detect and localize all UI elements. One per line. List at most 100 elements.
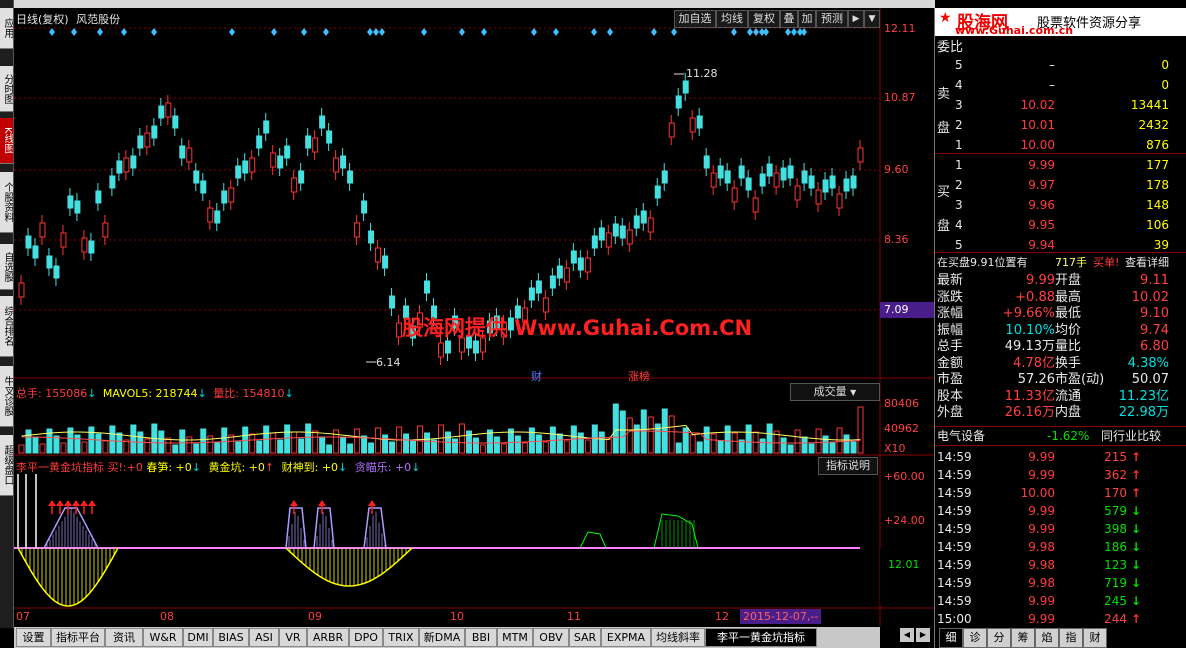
toolbar-btn-timeshare[interactable]: 分时图 (0, 66, 13, 112)
volume-bar (766, 423, 773, 454)
toolbar-btn-profile[interactable]: 个股资料 (0, 172, 13, 233)
price-axis-label: 12.11 (884, 22, 916, 35)
candle-body (535, 280, 542, 294)
indicator-tab[interactable]: DMI (183, 628, 213, 647)
indicator-tab[interactable]: EXPMA (601, 628, 651, 647)
indicator-tab[interactable]: BIAS (213, 628, 249, 647)
event-label-limitup[interactable]: 涨榜 (628, 368, 650, 384)
volume-bar (319, 437, 326, 454)
tick-row: 14:59 9.99 362 ↑ (935, 466, 1186, 484)
candle-body (591, 235, 598, 249)
sector-compare-button[interactable]: 同行业比较 (1101, 427, 1161, 446)
arrow-down-icon: ↓ (284, 387, 294, 400)
toolbar-btn-diagnose[interactable]: 牛叉诊股 (0, 366, 13, 427)
indicator-tab-bar: 设置 指标平台 资讯 W&R DMI BIAS ASI VR ARBR DPO TRIX 新DMA BB… (14, 627, 880, 648)
sell-level-row[interactable]: 4 – 0 (935, 76, 1186, 95)
buy-level-row[interactable]: 1 9.99 177 (935, 156, 1186, 175)
candle-body (235, 165, 242, 179)
event-label-finance[interactable]: 财 (531, 368, 542, 384)
indicator-tab[interactable]: 资讯 (105, 628, 143, 647)
tick-time: 14:59 (937, 558, 972, 572)
indicator-help-button[interactable]: 指标说明 (818, 457, 878, 475)
volume-bar (472, 437, 479, 454)
sell-level-row[interactable]: 5 – 0 (935, 56, 1186, 75)
sector-name[interactable]: 电气设备 (937, 427, 985, 446)
quote-tab[interactable]: 分 (987, 628, 1011, 648)
arrow-down-icon: ↓ (411, 461, 421, 474)
add-button[interactable]: 加 (798, 10, 816, 28)
quote-value: 10.02 (1131, 289, 1169, 305)
scroll-right-icon[interactable]: ▶ (916, 628, 930, 642)
indicator-tab[interactable]: BBI (465, 628, 497, 647)
candle-body (563, 267, 570, 283)
volume-bar (291, 431, 298, 454)
volume-bar (298, 438, 305, 454)
quote-value: 9.74 (1140, 322, 1169, 338)
volume-bar (514, 435, 521, 454)
volume-bar (403, 433, 410, 454)
quote-tab[interactable]: 筹 (1011, 628, 1035, 648)
candle-body (836, 193, 843, 209)
indicator-tab[interactable]: MTM (497, 628, 533, 647)
candle-body (598, 227, 605, 241)
arrow-down-icon: ↓ (87, 387, 97, 400)
toolbar-btn-app[interactable]: 应用 (0, 8, 13, 49)
buy-level-row[interactable]: 2 9.97 178 (935, 176, 1186, 195)
indicator-tab[interactable]: SAR (569, 628, 601, 647)
indicator-tab[interactable]: VR (279, 628, 307, 647)
volume-bar (361, 435, 368, 454)
ma-button[interactable]: 均线 (716, 10, 748, 28)
indicator-tab[interactable]: ASI (249, 628, 279, 647)
indicator-tab[interactable]: 指标平台 (51, 628, 105, 647)
indicator-tab[interactable]: W&R (143, 628, 183, 647)
buy-level-row[interactable]: 3 9.96 148 (935, 196, 1186, 215)
sell-level-row[interactable]: 2 10.01 2432 (935, 116, 1186, 135)
indicator-tab[interactable]: 设置 (16, 628, 51, 647)
indicator-tab[interactable]: ARBR (307, 628, 349, 647)
indicator-tab[interactable]: 新DMA (419, 628, 465, 647)
buy-level-row[interactable]: 4 9.95 106 (935, 216, 1186, 235)
overlay-button[interactable]: 叠 (780, 10, 798, 28)
volume-bar (836, 427, 843, 454)
candle-body (801, 170, 808, 184)
indicator-tab[interactable]: TRIX (383, 628, 419, 647)
toolbar-btn-superpanel[interactable]: 超级盘口 (0, 435, 13, 496)
volume-bar (340, 436, 347, 454)
tick-time: 14:59 (937, 468, 972, 482)
level-volume: 148 (1146, 198, 1169, 212)
volume-bar (724, 425, 731, 454)
quote-tab[interactable]: 指 (1059, 628, 1083, 648)
adjust-button[interactable]: 复权 (748, 10, 780, 28)
volume-bar (808, 443, 815, 454)
sell-level-row[interactable]: 3 10.02 13441 (935, 96, 1186, 115)
candle-body (130, 155, 137, 169)
volume-bar (731, 432, 738, 454)
volume-bar (81, 441, 88, 454)
quote-tab[interactable]: 细 (939, 628, 963, 648)
candle-body (277, 155, 284, 169)
quote-value: 6.80 (1140, 339, 1169, 354)
quote-tab[interactable]: 财 (1083, 628, 1107, 648)
quote-tab[interactable]: 焰 (1035, 628, 1059, 648)
order-detail-link[interactable]: 查看详细 (1125, 253, 1169, 272)
quote-value: 9.99 (1026, 273, 1055, 288)
indicator-tab[interactable]: DPO (349, 628, 383, 647)
indicator-tab[interactable]: 李平一黄金坑指标 (705, 628, 817, 647)
chevron-down-icon[interactable]: ▼ (864, 10, 880, 28)
add-watchlist-button[interactable]: 加自选 (674, 10, 716, 28)
toolbar-btn-kline[interactable]: K线图 (0, 118, 13, 164)
scroll-left-icon[interactable]: ◀ (900, 628, 914, 642)
forecast-button[interactable]: 预测 (816, 10, 848, 28)
toolbar-btn-ranking[interactable]: 综合排名 (0, 296, 13, 357)
volume-bar (577, 432, 584, 454)
play-icon[interactable]: ▶ (848, 10, 864, 28)
volume-indicator-select[interactable]: 成交量 ▼ (790, 383, 880, 401)
toolbar-btn-watchlist[interactable]: 自选股 (0, 244, 13, 290)
indicator-tab[interactable]: OBV (533, 628, 569, 647)
quote-tab[interactable]: 诊 (963, 628, 987, 648)
candle-body (221, 190, 228, 204)
indicator-tab[interactable]: 均线斜率 (651, 628, 705, 647)
brand-slogan: 股票软件资源分享 (1037, 16, 1142, 31)
quote-label: 换手 (1055, 355, 1082, 371)
indicator-mask (880, 548, 934, 604)
